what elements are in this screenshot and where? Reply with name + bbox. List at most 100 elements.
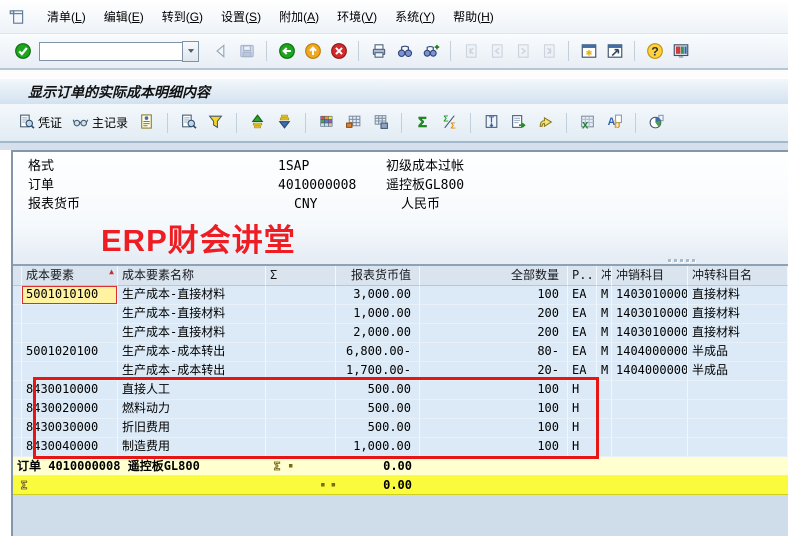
menu-list[interactable]: 清单(L) xyxy=(38,6,95,27)
cell-flag[interactable]: M xyxy=(597,324,612,343)
cell-name[interactable]: 燃料动力 xyxy=(118,400,266,419)
row-selector[interactable] xyxy=(13,362,22,381)
cell-sum[interactable] xyxy=(266,305,336,324)
col-offset-account-name[interactable]: 冲转科目名 xyxy=(688,266,788,286)
find-next-button[interactable] xyxy=(418,39,443,63)
row-selector[interactable] xyxy=(13,343,22,362)
cell-flag[interactable] xyxy=(597,381,612,400)
cell-flag[interactable]: M xyxy=(597,286,612,305)
prev-page-button[interactable] xyxy=(484,39,509,63)
footer-subtotal-label[interactable]: 订单 4010000008 遥控板GL800 xyxy=(13,457,266,476)
layout-save-button[interactable] xyxy=(368,110,393,136)
panel-splitter[interactable] xyxy=(13,256,788,266)
col-report-currency-value[interactable]: 报表货币值 xyxy=(336,266,420,286)
cell-name[interactable]: 折旧费用 xyxy=(118,419,266,438)
print-button[interactable] xyxy=(366,39,391,63)
cell-quantity[interactable]: 100 xyxy=(420,381,568,400)
last-page-button[interactable] xyxy=(536,39,561,63)
cell-offset-account[interactable]: 1404000000 xyxy=(612,343,688,362)
cell-cost-element[interactable]: 8430010000 xyxy=(22,381,118,400)
cell-flag[interactable]: M xyxy=(597,305,612,324)
cell-offset-account[interactable] xyxy=(612,419,688,438)
next-page-button[interactable] xyxy=(510,39,535,63)
cell-name[interactable]: 生产成本-直接材料 xyxy=(118,324,266,343)
cell-offset-account[interactable] xyxy=(612,381,688,400)
cell-flag[interactable] xyxy=(597,438,612,457)
cell-offset-account-name[interactable] xyxy=(688,419,788,438)
command-field-dropdown-button[interactable] xyxy=(182,41,199,62)
row-selector[interactable] xyxy=(13,438,22,457)
filter-button[interactable] xyxy=(203,110,228,136)
cell-offset-account-name[interactable]: 直接材料 xyxy=(688,305,788,324)
cell-offset-account-name[interactable]: 半成品 xyxy=(688,343,788,362)
cell-cost-element[interactable]: 8430030000 xyxy=(22,419,118,438)
word-export-button[interactable]: T xyxy=(479,110,504,136)
cell-offset-account-name[interactable] xyxy=(688,438,788,457)
cell-flag[interactable] xyxy=(597,419,612,438)
cell-unit[interactable]: EA xyxy=(568,343,597,362)
send-button[interactable] xyxy=(533,110,558,136)
cell-flag[interactable]: M xyxy=(597,343,612,362)
cell-unit[interactable]: EA xyxy=(568,324,597,343)
sum-button[interactable]: Σ xyxy=(410,110,435,136)
detail-button[interactable] xyxy=(134,110,159,136)
cell-offset-account[interactable]: 1403010000 xyxy=(612,286,688,305)
cell-cost-element[interactable]: 8430020000 xyxy=(22,400,118,419)
menu-edit[interactable]: 编辑(E) xyxy=(95,6,153,27)
customize-button[interactable] xyxy=(668,39,693,63)
menu-settings[interactable]: 设置(S) xyxy=(212,6,270,27)
menu-system[interactable]: 系统(Y) xyxy=(386,6,444,27)
cell-unit[interactable]: H xyxy=(568,381,597,400)
cell-cost-element[interactable] xyxy=(22,362,118,381)
col-offset-account[interactable]: 冲销科目 xyxy=(612,266,688,286)
cell-quantity[interactable]: 200 xyxy=(420,324,568,343)
cell-offset-account[interactable]: 1403010000 xyxy=(612,305,688,324)
row-selector[interactable] xyxy=(13,381,22,400)
col-cost-element[interactable]: 成本要素▲ xyxy=(22,266,118,286)
help-button[interactable]: ? xyxy=(642,39,667,63)
cell-quantity[interactable]: 80- xyxy=(420,343,568,362)
cell-sum[interactable] xyxy=(266,400,336,419)
cell-name[interactable]: 生产成本-直接材料 xyxy=(118,305,266,324)
sort-asc-button[interactable] xyxy=(245,110,270,136)
cell-unit[interactable]: EA xyxy=(568,305,597,324)
cell-value[interactable]: 500.00 xyxy=(336,400,420,419)
cell-name[interactable]: 生产成本-成本转出 xyxy=(118,362,266,381)
cell-name[interactable]: 生产成本-直接材料 xyxy=(118,286,266,305)
cancel-button[interactable] xyxy=(326,39,351,63)
row-selector[interactable] xyxy=(13,419,22,438)
col-total-quantity[interactable]: 全部数量 xyxy=(420,266,568,286)
cell-quantity[interactable]: 20- xyxy=(420,362,568,381)
enter-button[interactable] xyxy=(10,39,35,63)
cell-cost-element[interactable]: 8430040000 xyxy=(22,438,118,457)
cell-unit[interactable]: H xyxy=(568,438,597,457)
cell-offset-account[interactable]: 1403010000 xyxy=(612,324,688,343)
cell-sum[interactable] xyxy=(266,362,336,381)
footer-total-value[interactable]: 0.00 xyxy=(336,476,420,495)
cell-sum[interactable] xyxy=(266,324,336,343)
cell-sum[interactable] xyxy=(266,381,336,400)
cell-offset-account-name[interactable]: 半成品 xyxy=(688,362,788,381)
local-file-button[interactable] xyxy=(506,110,531,136)
cell-sum[interactable] xyxy=(266,286,336,305)
cell-quantity[interactable]: 100 xyxy=(420,419,568,438)
cell-flag[interactable] xyxy=(597,400,612,419)
cell-cost-element[interactable] xyxy=(22,324,118,343)
layout-grid-button[interactable] xyxy=(314,110,339,136)
first-page-button[interactable] xyxy=(458,39,483,63)
cell-offset-account-name[interactable]: 直接材料 xyxy=(688,324,788,343)
cell-sum[interactable] xyxy=(266,438,336,457)
cell-cost-element[interactable]: 5001020100 xyxy=(22,343,118,362)
cell-cost-element[interactable] xyxy=(22,305,118,324)
row-selector[interactable] xyxy=(13,286,22,305)
layout-remove-button[interactable] xyxy=(341,110,366,136)
excel-view-button[interactable]: X xyxy=(575,110,600,136)
cell-unit[interactable]: EA xyxy=(568,286,597,305)
cell-sum[interactable] xyxy=(266,419,336,438)
cell-quantity[interactable]: 100 xyxy=(420,438,568,457)
cell-offset-account[interactable]: 1404000000 xyxy=(612,362,688,381)
collapse-button[interactable] xyxy=(208,39,233,63)
cell-offset-account[interactable] xyxy=(612,438,688,457)
row-selector[interactable] xyxy=(13,400,22,419)
graphic-button[interactable] xyxy=(644,110,669,136)
